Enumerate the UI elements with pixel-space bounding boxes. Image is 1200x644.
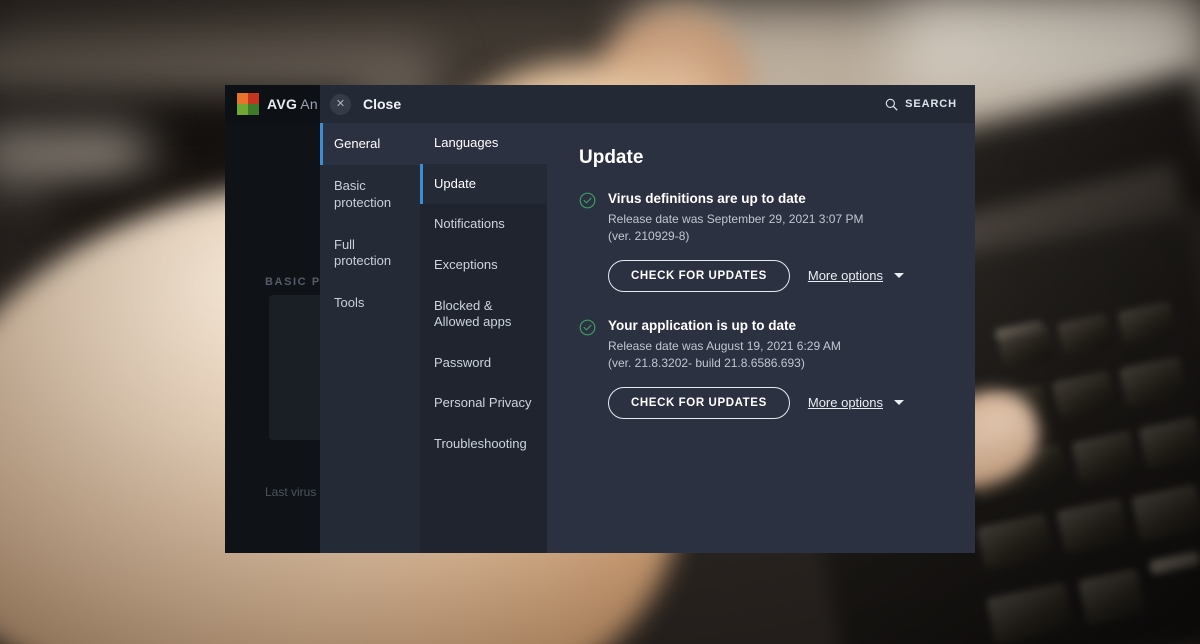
- update-block-virus-definitions: Virus definitions are up to date Release…: [579, 191, 949, 292]
- subnav-item-personal-privacy[interactable]: Personal Privacy: [420, 383, 547, 424]
- content-pane: Update Virus definitions are up to date …: [547, 123, 975, 553]
- subnav-item-update[interactable]: Update: [420, 163, 547, 205]
- settings-dialog: ✕ Close SEARCH General Basic protection …: [320, 85, 975, 553]
- update-block-text: Your application is up to date Release d…: [608, 317, 905, 419]
- primary-navigation: General Basic protection Full protection…: [320, 123, 420, 553]
- update-actions: CHECK FOR UPDATES More options: [608, 259, 905, 292]
- more-options-dropdown[interactable]: More options: [807, 268, 905, 284]
- update-status-heading: Virus definitions are up to date: [608, 191, 806, 206]
- dialog-body: General Basic protection Full protection…: [320, 123, 975, 553]
- nav-item-basic-protection[interactable]: Basic protection: [320, 165, 420, 224]
- update-block-application: Your application is up to date Release d…: [579, 318, 949, 419]
- check-for-updates-button[interactable]: CHECK FOR UPDATES: [608, 386, 790, 419]
- avg-brand: AVG An: [267, 96, 318, 112]
- update-version: (ver. 210929-8): [608, 229, 690, 244]
- subnav-item-exceptions[interactable]: Exceptions: [420, 245, 547, 286]
- close-button[interactable]: ✕ Close: [330, 93, 402, 115]
- caret-down-icon: [894, 273, 905, 279]
- avg-brand-name: AVG: [267, 96, 298, 112]
- search-button-label: SEARCH: [905, 98, 957, 110]
- check-circle-icon: [579, 319, 596, 419]
- avg-last-scan-note: Last virus s: [265, 485, 326, 499]
- check-for-updates-button[interactable]: CHECK FOR UPDATES: [608, 259, 790, 292]
- search-icon: [885, 98, 898, 111]
- page-title: Update: [579, 147, 644, 168]
- nav-item-tools[interactable]: Tools: [320, 282, 420, 324]
- update-status-heading: Your application is up to date: [608, 317, 797, 333]
- avg-logo-icon: [237, 93, 259, 115]
- close-button-label: Close: [363, 96, 402, 112]
- update-release-date: Release date was September 29, 2021 3:07…: [608, 212, 864, 226]
- search-button[interactable]: SEARCH: [885, 98, 957, 111]
- update-block-text: Virus definitions are up to date Release…: [608, 191, 905, 292]
- more-options-label: More options: [807, 268, 884, 284]
- subnav-item-languages[interactable]: Languages: [420, 123, 547, 164]
- avg-brand-suffix: An: [300, 96, 318, 112]
- dialog-header: ✕ Close SEARCH: [320, 85, 975, 123]
- more-options-dropdown[interactable]: More options: [807, 395, 905, 411]
- subnav-item-blocked-allowed-apps[interactable]: Blocked & Allowed apps: [420, 286, 547, 343]
- nav-item-full-protection[interactable]: Full protection: [320, 224, 420, 283]
- update-release-date: Release date was August 19, 2021 6:29 AM: [608, 338, 841, 353]
- secondary-navigation: Languages Update Notifications Exception…: [420, 123, 547, 553]
- update-actions: CHECK FOR UPDATES More options: [608, 386, 905, 419]
- subnav-item-notifications[interactable]: Notifications: [420, 204, 547, 245]
- close-icon: ✕: [330, 93, 351, 115]
- check-circle-icon: [579, 192, 596, 292]
- subnav-item-password[interactable]: Password: [420, 343, 547, 384]
- caret-down-icon: [894, 400, 905, 406]
- subnav-item-troubleshooting[interactable]: Troubleshooting: [420, 424, 547, 465]
- more-options-label: More options: [807, 395, 884, 411]
- nav-item-general[interactable]: General: [320, 123, 420, 166]
- update-version: (ver. 21.8.3202- build 21.8.6586.693): [608, 356, 805, 371]
